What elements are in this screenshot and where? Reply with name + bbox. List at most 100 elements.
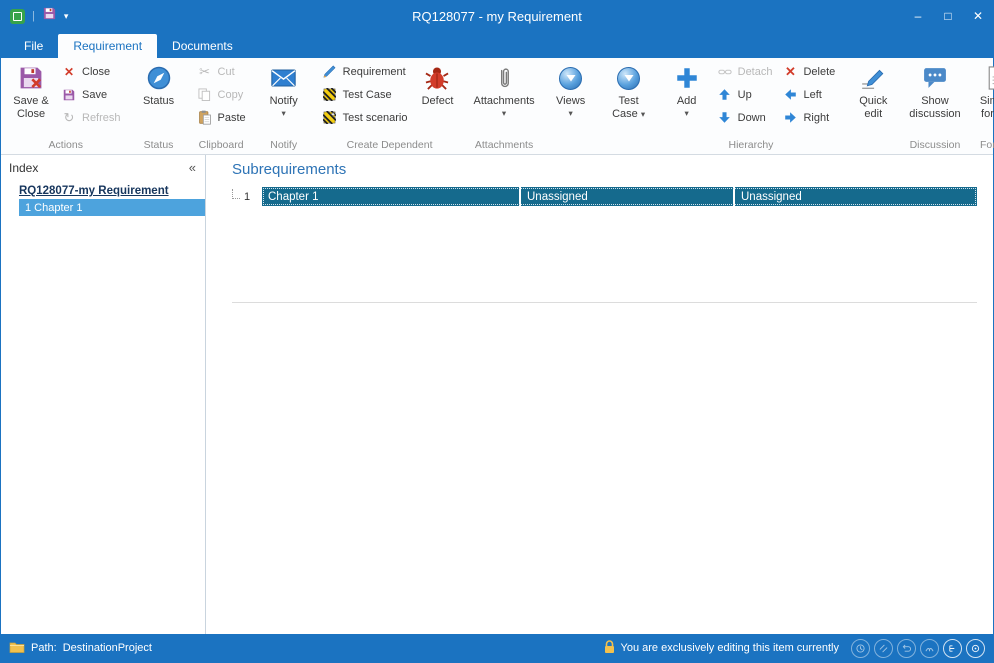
left-label: Left [803,89,821,101]
quick-access-toolbar: | ▾ [1,6,68,26]
statusbar-undo-icon[interactable] [897,639,916,658]
notify-label: Notify [270,95,298,108]
attachments-button[interactable]: Attachments ▾ [470,60,537,117]
cell-assignment-1[interactable]: Unassigned [519,187,733,206]
add-label: Add [677,95,697,108]
ribbon-group-views: Views ▾ [543,58,599,154]
statusbar-signature-icon[interactable] [920,639,939,658]
save-icon [61,88,77,102]
create-test-scenario-label: Test scenario [343,112,408,124]
views-dropdown-icon: ▾ [568,109,572,118]
left-arrow-icon [782,88,798,101]
qat-separator: | [32,10,35,22]
views-sphere-icon [559,63,582,93]
refresh-icon: ↻ [61,110,77,126]
paste-icon [197,110,213,125]
views-label: Views [556,95,585,108]
status-button[interactable]: Status [134,60,184,108]
right-button[interactable]: Right [777,106,840,129]
tab-requirement[interactable]: Requirement [58,34,157,58]
status-label: Status [143,95,174,108]
paste-button[interactable]: Paste [192,106,251,129]
up-button[interactable]: Up [712,83,778,106]
titlebar: RQ128077 - my Requirement | ▾ – □ ✕ [1,1,993,31]
create-test-scenario-button[interactable]: Test scenario [317,106,413,129]
subrequirements-heading: Subrequirements [232,159,977,187]
group-label-discussion: Discussion [906,138,963,154]
qat-save-icon[interactable] [42,6,57,26]
down-button[interactable]: Down [712,106,778,129]
tab-file[interactable]: File [9,34,58,58]
tree-item-requirement-root[interactable]: RQ128077-my Requirement [15,183,205,199]
ribbon-group-create-dependent: Requirement Test Case Test scenario [314,58,466,154]
ribbon: Save & Close ✕ Close Save ↻ [1,58,993,155]
show-discussion-label: Show discussion [909,95,960,120]
views-button[interactable]: Views ▾ [546,60,596,117]
group-label-quick-edit [848,150,898,154]
ribbon-group-discussion: Show discussion Discussion [903,58,966,154]
defect-label: Defect [422,95,454,108]
tab-documents[interactable]: Documents [157,34,248,58]
save-close-icon [18,63,44,93]
cell-chapter-name[interactable]: Chapter 1 [262,191,519,203]
create-defect-button[interactable]: Defect [412,60,462,108]
group-label-clipboard: Clipboard [192,138,251,154]
cell-assignment-2[interactable]: Unassigned [733,187,977,206]
tree-branch-icon [232,189,240,199]
save-button[interactable]: Save [56,83,126,106]
notify-button[interactable]: Notify ▾ [259,60,309,117]
close-icon: ✕ [61,65,77,79]
show-discussion-button[interactable]: Show discussion [906,60,963,120]
maximize-button[interactable]: □ [933,1,963,31]
add-button[interactable]: Add ▾ [662,60,712,117]
window-controls: – □ ✕ [903,1,993,31]
save-close-button[interactable]: Save & Close [6,60,56,120]
statusbar-target-icon[interactable] [966,639,985,658]
app-icon[interactable] [10,9,25,24]
notify-dropdown-icon: ▾ [282,109,286,118]
tree-item-chapter-1[interactable]: 1 Chapter 1 [19,199,205,216]
statusbar-history-icon[interactable] [851,639,870,658]
group-label-hierarchy: Hierarchy [662,138,841,154]
quick-edit-button[interactable]: Quick edit [848,60,898,120]
row-index: 1 [232,189,262,204]
path-value[interactable]: DestinationProject [63,642,152,654]
attachments-label: Attachments [473,95,534,108]
subrequirement-row-selected[interactable]: Chapter 1 Unassigned Unassigned [262,187,977,206]
close-button[interactable]: ✕ Close [56,60,126,83]
ribbon-group-quick-edit: Quick edit [845,58,901,154]
add-dropdown-icon: ▾ [684,109,688,118]
group-label-notify: Notify [259,138,309,154]
document-icon [987,63,994,93]
close-window-button[interactable]: ✕ [963,1,993,31]
folder-icon [9,641,25,656]
statusbar-link-icon[interactable] [874,639,893,658]
left-button[interactable]: Left [777,83,840,106]
group-label-attachments: Attachments [470,138,537,154]
test-case-button[interactable]: Test Case ▾ [604,60,654,120]
cut-icon: ✂ [197,64,213,80]
statusbar-hierarchy-icon[interactable] [943,639,962,658]
right-label: Right [803,112,829,124]
group-label-create-dependent: Create Dependent [317,138,463,154]
group-label-views [546,150,596,154]
collapse-sidebar-icon[interactable]: « [189,160,196,175]
ribbon-group-actions: Save & Close ✕ Close Save ↻ [3,58,129,154]
detach-icon [717,66,733,78]
simple-format-button[interactable]: Simple format [972,60,994,120]
copy-label: Copy [218,89,244,101]
save-label: Save [82,89,107,101]
create-requirement-button[interactable]: Requirement [317,60,413,83]
qat-dropdown-icon[interactable]: ▾ [64,11,69,22]
statusbar-editing-message: You are exclusively editing this item cu… [604,640,839,657]
create-test-case-button[interactable]: Test Case [317,83,413,106]
delete-button[interactable]: ✕ Delete [777,60,840,83]
refresh-label: Refresh [82,112,121,124]
group-label-test-case [604,150,654,154]
ribbon-group-clipboard: ✂ Cut Copy Paste [189,58,254,154]
test-case-button-label: Test Case ▾ [607,95,651,120]
quick-edit-pencil-icon [860,63,886,93]
defect-bug-icon [424,63,450,93]
minimize-button[interactable]: – [903,1,933,31]
ribbon-group-notify: Notify ▾ Notify [256,58,312,154]
